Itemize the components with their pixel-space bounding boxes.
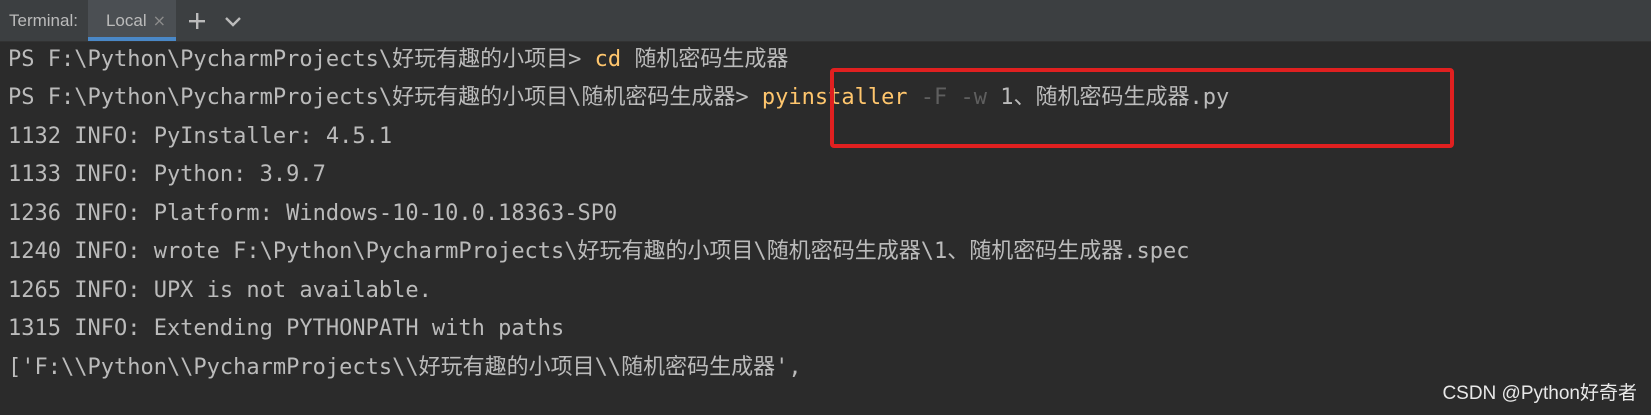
command-args: 随机密码生成器	[621, 47, 789, 72]
new-tab-button[interactable]	[182, 0, 212, 41]
terminal-line: PS F:\Python\PycharmProjects\好玩有趣的小项目> c…	[8, 47, 788, 73]
terminal-line: ['F:\\Python\\PycharmProjects\\好玩有趣的小项目\…	[8, 355, 802, 380]
terminal-line: 1315 INFO: Extending PYTHONPATH with pat…	[8, 316, 565, 341]
terminal-panel-title: Terminal:	[9, 11, 78, 30]
prompt: PS F:\Python\PycharmProjects\好玩有趣的小项目>	[8, 47, 595, 72]
close-icon[interactable]: ×	[153, 12, 166, 29]
prompt: PS F:\Python\PycharmProjects\好玩有趣的小项目\随机…	[8, 85, 762, 110]
terminal-line: 1133 INFO: Python: 3.9.7	[8, 162, 326, 187]
terminal-line: 1236 INFO: Platform: Windows-10-10.0.183…	[8, 201, 618, 226]
annotation-highlight-box	[830, 68, 1454, 148]
tab-local[interactable]: Local ×	[87, 0, 177, 41]
tab-local-label: Local	[105, 10, 147, 30]
watermark: CSDN @Python好奇者	[1442, 383, 1637, 404]
terminal-line: 1265 INFO: UPX is not available.	[8, 278, 432, 303]
command: cd	[594, 47, 622, 72]
terminal-tabbar: Terminal: Local ×	[0, 0, 1651, 42]
terminal-line: 1132 INFO: PyInstaller: 4.5.1	[8, 124, 393, 149]
plus-icon	[189, 12, 206, 29]
chevron-down-icon	[225, 16, 241, 27]
ide-terminal-window: Terminal: Local × PS F:\Python\PycharmPr…	[0, 0, 1651, 415]
terminal-line: 1240 INFO: wrote F:\Python\PycharmProjec…	[8, 239, 1190, 264]
tab-options-button[interactable]	[218, 0, 248, 41]
